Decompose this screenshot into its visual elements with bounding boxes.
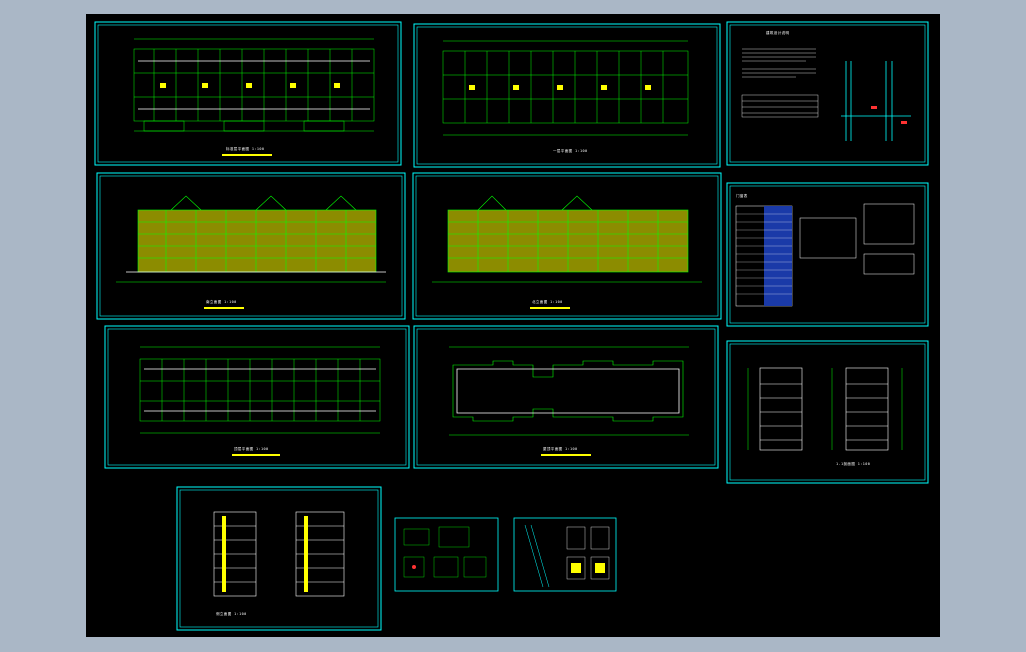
details-a-drawing: [394, 517, 499, 592]
sheet-floor-plan-2[interactable]: 一层平面图 1:100: [413, 23, 721, 168]
sheet-elevation-south[interactable]: 南立面图 1:100: [96, 172, 406, 320]
elevation-south-drawing: [96, 172, 406, 320]
schedule-drawing: [726, 182, 929, 327]
sheet-side-elevations[interactable]: 侧立面图 1:100: [176, 486, 382, 631]
sheet-section-1[interactable]: 1-1剖面图 1:100: [726, 340, 929, 484]
sheet-door-window-schedule[interactable]: 门窗表: [726, 182, 929, 327]
elevation-north-drawing: [412, 172, 722, 320]
sheet-title: 屋顶平面图 1:100: [543, 447, 578, 451]
drawing-canvas[interactable]: 标准层平面图 1:100 一层平面图 1:100 建筑设计说明 南立面图 1:1…: [86, 14, 940, 637]
side-elevations-drawing: [176, 486, 382, 631]
sheet-detail-notes[interactable]: 建筑设计说明: [726, 21, 929, 166]
sheet-title: 一层平面图 1:100: [553, 149, 588, 153]
sheet-title: 南立面图 1:100: [206, 300, 237, 304]
sheet-floor-plan-1[interactable]: 标准层平面图 1:100: [94, 21, 402, 166]
sheet-title: 标准层平面图 1:100: [226, 147, 265, 151]
title-underline: [541, 454, 591, 456]
sheet-roof-plan[interactable]: 屋顶平面图 1:100: [413, 325, 719, 469]
detail-notes-drawing: [726, 21, 929, 166]
sheet-elevation-north[interactable]: 北立面图 1:100: [412, 172, 722, 320]
title-underline: [530, 307, 570, 309]
sheet-title: 门窗表: [736, 194, 748, 198]
title-underline: [222, 154, 272, 156]
sheet-title: 侧立面图 1:100: [216, 612, 247, 616]
details-b-drawing: [513, 517, 617, 592]
sheet-title: 建筑设计说明: [766, 31, 790, 35]
floor-plan-2-drawing: [413, 23, 721, 168]
title-underline: [204, 307, 244, 309]
floor-plan-1-drawing: [94, 21, 402, 166]
sheet-title: 顶层平面图 1:100: [234, 447, 269, 451]
sheet-details-a[interactable]: [394, 517, 499, 592]
sheet-title: 北立面图 1:100: [532, 300, 563, 304]
sheet-floor-plan-3[interactable]: 顶层平面图 1:100: [104, 325, 410, 469]
sheet-details-b[interactable]: [513, 517, 617, 592]
title-underline: [232, 454, 280, 456]
section-1-drawing: [726, 340, 929, 484]
sheet-title: 1-1剖面图 1:100: [836, 462, 871, 466]
